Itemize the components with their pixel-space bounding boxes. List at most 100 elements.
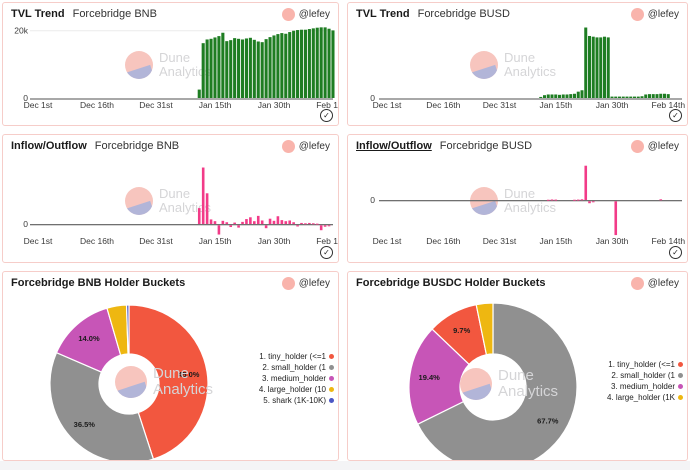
x-tick-label: Jan 15th: [539, 236, 572, 246]
x-tick-label: Dec 1st: [24, 100, 53, 110]
author-chip[interactable]: @lefey: [631, 8, 679, 21]
bar: [588, 36, 591, 98]
bar: [547, 94, 550, 98]
bar: [659, 94, 662, 98]
bar: [644, 94, 647, 98]
x-tick-label: Jan 15th: [539, 100, 572, 110]
donut-pct-label: 67.7%: [537, 417, 559, 426]
x-tick-label: Dec 1st: [24, 236, 53, 246]
bar: [229, 225, 232, 227]
bar: [241, 39, 244, 98]
bar: [253, 40, 256, 98]
legend-item-large_holder[interactable]: 4. large_holder (1K: [607, 393, 683, 402]
author-chip[interactable]: @lefey: [282, 8, 330, 21]
bar: [269, 219, 272, 224]
panel-title: TVL Trend: [11, 8, 65, 21]
bar: [261, 42, 264, 98]
bar: [551, 94, 554, 98]
panel-header: Forcebridge BUSDC Holder Buckets @lefey: [348, 272, 687, 290]
author-chip[interactable]: @lefey: [282, 277, 330, 290]
legend-item-medium_holder[interactable]: 3. medium_holder: [259, 374, 334, 383]
bar: [265, 39, 268, 98]
x-tick-label: Jan 30th: [596, 236, 629, 246]
legend-item-large_holder[interactable]: 4. large_holder (10: [259, 385, 334, 394]
legend-dot-icon: [329, 354, 334, 359]
bar: [257, 216, 260, 224]
author-avatar-icon: [631, 277, 644, 290]
bar: [629, 97, 632, 98]
bar: [206, 39, 209, 98]
legend-dot-icon: [678, 384, 683, 389]
bar: [667, 94, 670, 98]
bar: [573, 200, 576, 201]
bar: [663, 94, 666, 98]
bar: [327, 29, 330, 98]
legend-dot-icon: [329, 387, 334, 392]
legend-label: 4. large_holder (10: [259, 385, 326, 394]
bar: [241, 222, 244, 224]
legend-item-shark[interactable]: 5. shark (1K-10K): [259, 396, 334, 405]
bar: [217, 36, 220, 98]
x-tick-label: Feb 14th: [652, 236, 686, 246]
bar: [312, 223, 315, 224]
x-tick-label: Dec 31st: [139, 236, 173, 246]
x-axis-line: [30, 224, 333, 225]
bar: [304, 223, 307, 224]
bar: [218, 225, 221, 234]
chart-inflow-outflow-busd[interactable]: 0Dec 1stDec 16thDec 31stJan 15thJan 30th…: [349, 153, 686, 262]
panel-inflow-outflow-bnb: Inflow/Outflow Forcebridge BNB @lefey Du…: [2, 134, 339, 263]
bar: [284, 34, 287, 98]
panel-header: TVL Trend Forcebridge BNB @lefey: [3, 3, 338, 21]
bar: [276, 34, 279, 98]
panel-title[interactable]: Inflow/Outflow: [356, 140, 432, 153]
bar: [210, 39, 213, 98]
author-chip[interactable]: @lefey: [631, 277, 679, 290]
bar: [566, 94, 569, 98]
bar: [214, 221, 217, 224]
bar: [272, 35, 275, 98]
bar: [265, 225, 268, 228]
bar: [599, 37, 602, 98]
bar: [210, 219, 213, 224]
bar: [206, 193, 209, 224]
author-chip[interactable]: @lefey: [282, 140, 330, 153]
legend-label: 3. medium_holder: [611, 382, 675, 391]
chart-inflow-outflow-bnb[interactable]: 0Dec 1stDec 16thDec 31stJan 15thJan 30th…: [4, 153, 337, 262]
x-tick-label: Dec 31st: [483, 100, 517, 110]
bar: [292, 222, 295, 224]
bar: [614, 97, 617, 98]
legend-item-tiny_holder[interactable]: 1. tiny_holder (<=1: [607, 360, 683, 369]
verified-check-icon: ✓: [320, 109, 333, 122]
legend-item-medium_holder[interactable]: 3. medium_holder: [607, 382, 683, 391]
donut-pct-label: 14.0%: [78, 334, 100, 343]
bar: [221, 33, 224, 98]
x-tick-label: Jan 15th: [199, 236, 232, 246]
bar: [573, 94, 576, 98]
bar: [300, 30, 303, 98]
bar: [562, 94, 565, 98]
author-handle: @lefey: [648, 140, 679, 153]
bar: [269, 37, 272, 98]
author-handle: @lefey: [648, 8, 679, 21]
x-tick-label: Dec 16th: [426, 236, 460, 246]
panel-tvl-trend-busd: TVL Trend Forcebridge BUSD @lefey DuneAn…: [347, 2, 688, 126]
bar: [300, 223, 303, 224]
bar: [249, 38, 252, 98]
legend-dot-icon: [329, 365, 334, 370]
legend-item-small_holder[interactable]: 2. small_holder (1: [259, 363, 334, 372]
bar: [611, 97, 614, 98]
legend-item-small_holder[interactable]: 2. small_holder (1: [607, 371, 683, 380]
verified-check-icon: ✓: [669, 246, 682, 259]
bar: [316, 28, 319, 98]
chart-tvl-busd[interactable]: 0Dec 1stDec 16thDec 31stJan 15thJan 30th…: [349, 21, 686, 125]
legend-item-tiny_holder[interactable]: 1. tiny_holder (<=1: [259, 352, 334, 361]
verified-check-icon: ✓: [320, 246, 333, 259]
legend-label: 1. tiny_holder (<=1: [608, 360, 675, 369]
bar: [320, 225, 323, 230]
panel-subtitle: Forcebridge BUSD: [418, 8, 510, 21]
bar: [229, 40, 232, 98]
bar: [202, 168, 205, 224]
chart-tvl-bnb[interactable]: 20k0Dec 1stDec 16thDec 31stJan 15thJan 3…: [4, 21, 337, 125]
author-avatar-icon: [631, 8, 644, 21]
author-chip[interactable]: @lefey: [631, 140, 679, 153]
